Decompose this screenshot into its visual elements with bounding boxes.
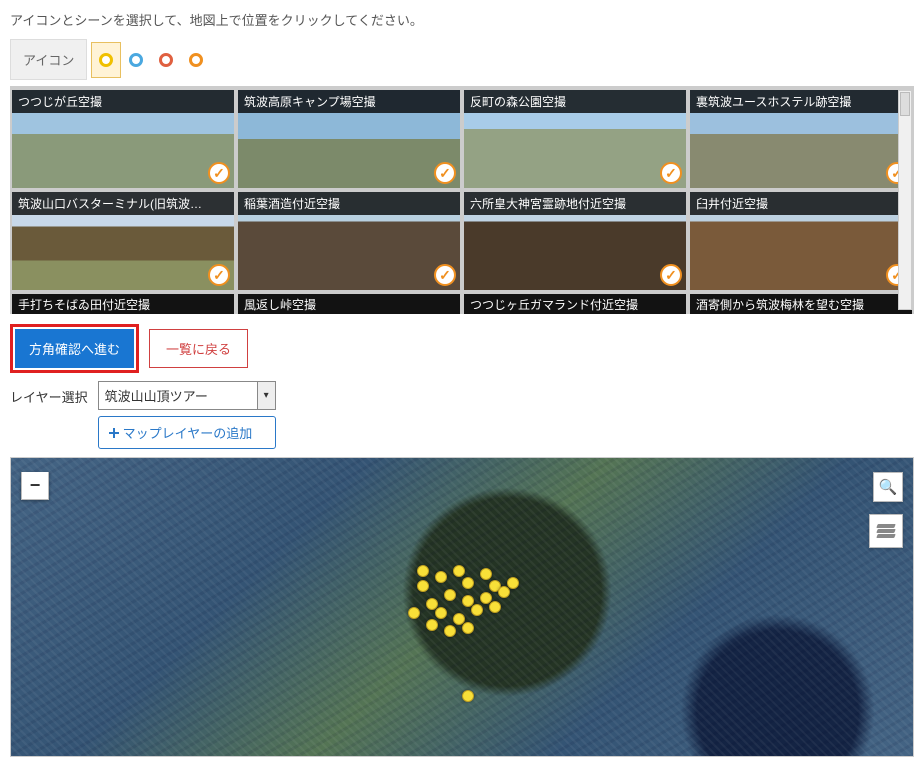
scene-card[interactable]: ✓ 筑波高原キャンプ場空撮 (238, 90, 460, 188)
instruction-text: アイコンとシーンを選択して、地図上で位置をクリックしてください。 (10, 10, 914, 29)
ring-icon (99, 53, 113, 67)
map-marker[interactable] (489, 601, 501, 613)
scene-title: 臼井付近空撮 (690, 192, 912, 215)
ring-icon (129, 53, 143, 67)
scene-title: 裏筑波ユースホステル跡空撮 (690, 90, 912, 113)
icon-color-orange[interactable] (181, 42, 211, 78)
scene-card[interactable]: 風返し峠空撮 (238, 294, 460, 314)
proceed-highlight: 方角確認へ進む (10, 324, 139, 373)
add-map-layer-label: マップレイヤーの追加 (123, 423, 253, 442)
ring-icon (189, 53, 203, 67)
scene-card[interactable]: ✓ つつじが丘空撮 (12, 90, 234, 188)
layers-icon (877, 524, 895, 538)
icon-label: アイコン (10, 39, 87, 80)
layer-select[interactable]: 筑波山山頂ツアー ▾ (98, 381, 276, 410)
map-marker[interactable] (444, 589, 456, 601)
check-icon: ✓ (208, 162, 230, 184)
map-canvas[interactable]: + − 🔍 (10, 457, 914, 757)
layer-select-value: 筑波山山頂ツアー (98, 381, 258, 410)
scene-title: つつじヶ丘ガマランド付近空撮 (464, 294, 686, 314)
map-marker[interactable] (435, 607, 447, 619)
search-icon: 🔍 (879, 478, 898, 496)
icon-color-yellow[interactable] (91, 42, 121, 78)
check-icon: ✓ (434, 162, 456, 184)
scene-title: 筑波山口バスターミナル(旧筑波… (12, 192, 234, 215)
scene-card[interactable]: ✓ 筑波山口バスターミナル(旧筑波… (12, 192, 234, 290)
check-icon: ✓ (208, 264, 230, 286)
scene-card[interactable]: ✓裏筑波ユースホステル跡空撮 (690, 90, 912, 188)
map-marker[interactable] (471, 604, 483, 616)
scene-title: 稲葉酒造付近空撮 (238, 192, 460, 215)
chevron-down-icon[interactable]: ▾ (258, 381, 276, 410)
map-search-button[interactable]: 🔍 (873, 472, 903, 502)
check-icon: ✓ (660, 162, 682, 184)
scene-title: 六所皇大神宮霊跡地付近空撮 (464, 192, 686, 215)
scene-title: 手打ちそばゐ田付近空撮 (12, 294, 234, 314)
icon-selector-row: アイコン (10, 39, 914, 80)
proceed-button[interactable]: 方角確認へ進む (15, 329, 134, 368)
scene-card[interactable]: 酒寄側から筑波梅林を望む空撮 (690, 294, 912, 314)
map-marker[interactable] (417, 580, 429, 592)
scene-card[interactable]: ✓ 稲葉酒造付近空撮 (238, 192, 460, 290)
scene-title: 反町の森公園空撮 (464, 90, 686, 113)
scene-card[interactable]: ✓ 反町の森公園空撮 (464, 90, 686, 188)
scene-card[interactable]: ✓臼井付近空撮 (690, 192, 912, 290)
check-icon: ✓ (434, 264, 456, 286)
back-to-list-button[interactable]: 一覧に戻る (149, 329, 248, 368)
scene-card[interactable]: ✓ 六所皇大神宮霊跡地付近空撮 (464, 192, 686, 290)
scene-card[interactable]: つつじヶ丘ガマランド付近空撮 (464, 294, 686, 314)
zoom-out-button[interactable]: − (21, 472, 49, 500)
scene-scrollbar[interactable] (898, 90, 912, 310)
map-marker[interactable] (426, 619, 438, 631)
map-marker[interactable] (462, 622, 474, 634)
map-layers-button[interactable] (869, 514, 903, 548)
ring-icon (159, 53, 173, 67)
action-buttons-row: 方角確認へ進む 一覧に戻る (10, 324, 914, 373)
scene-card[interactable]: 手打ちそばゐ田付近空撮 (12, 294, 234, 314)
layer-select-row: レイヤー選択 筑波山山頂ツアー ▾ マップレイヤーの追加 (10, 381, 914, 449)
scene-title: 筑波高原キャンプ場空撮 (238, 90, 460, 113)
map-background (11, 458, 913, 756)
scene-grid-panel: ✓つつじが丘空撮✓筑波高原キャンプ場空撮✓反町の森公園空撮✓裏筑波ユースホステル… (10, 86, 914, 314)
scene-title: つつじが丘空撮 (12, 90, 234, 113)
plus-icon (109, 428, 119, 438)
check-icon: ✓ (660, 264, 682, 286)
map-marker[interactable] (408, 607, 420, 619)
scene-scrollbar-thumb[interactable] (900, 92, 910, 116)
map-marker[interactable] (444, 625, 456, 637)
layer-select-label: レイヤー選択 (10, 381, 88, 406)
scene-title: 風返し峠空撮 (238, 294, 460, 314)
add-map-layer-button[interactable]: マップレイヤーの追加 (98, 416, 276, 449)
scene-title: 酒寄側から筑波梅林を望む空撮 (690, 294, 912, 314)
icon-color-red[interactable] (151, 42, 181, 78)
icon-color-blue[interactable] (121, 42, 151, 78)
